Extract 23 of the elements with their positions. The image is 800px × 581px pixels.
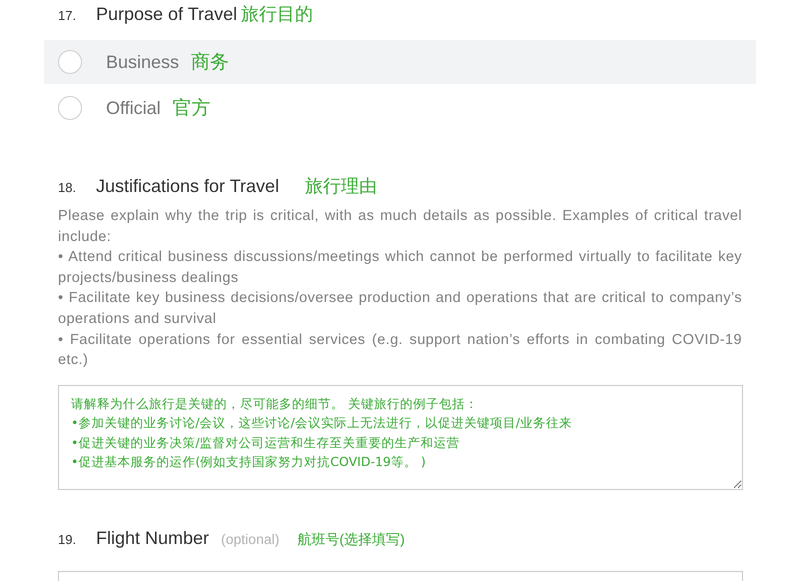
question-title: Purpose of Travel [96,4,238,25]
option-label[interactable]: Official [106,98,161,118]
option-row[interactable]: Official 官方 [44,86,756,130]
translation-label: 商务 [191,51,230,75]
translation-label: 旅行理由 [305,175,378,198]
question-number: 17. [58,8,78,23]
question-number: 18. [58,180,78,195]
translation-label: 旅行目的 [241,3,314,26]
translation-label: 官方 [172,97,211,121]
question-title: Justifications for Travel [96,176,280,197]
text-area[interactable]: 请解释为什么旅行是关键的，尽可能多的细节。 关键旅行的例子包括： •参加关键的业务讨论/会议，这些讨论/会议实际上无法进行，以促进关键项目/业务往来 •促进关键的业务决策/监督对公司运营和生存至关重要的生产和运营 •促进基本服务的运作(例如支持国家努力对抗COVID-19等。 ) [58,384,743,490]
radio-button[interactable] [58,50,82,74]
translation-label: 航班号(选择填写) [297,530,405,549]
description-text: • Facilitate operations for essential services (e.g. support nation’s efforts in combating COVID-19 etc.) [58,330,742,370]
option-row[interactable]: Business 商务 [44,40,756,84]
optional-label: (optional) [221,530,280,547]
question-number: 19. [58,532,78,547]
option-label[interactable]: Business [106,52,180,72]
question-title: Flight Number [96,528,210,549]
radio-button[interactable] [58,96,82,120]
description-text: • Facilitate key business decisions/oversee production and operations that are critical to company’s operations and survival [58,289,742,329]
description-text: Please explain why the trip is critical, with as much details as possible. Examples of critical travel include: [58,207,742,247]
description-text: • Attend critical business discussions/meetings which cannot be performed virtually to facilitate key projects/business dealings [58,248,742,288]
